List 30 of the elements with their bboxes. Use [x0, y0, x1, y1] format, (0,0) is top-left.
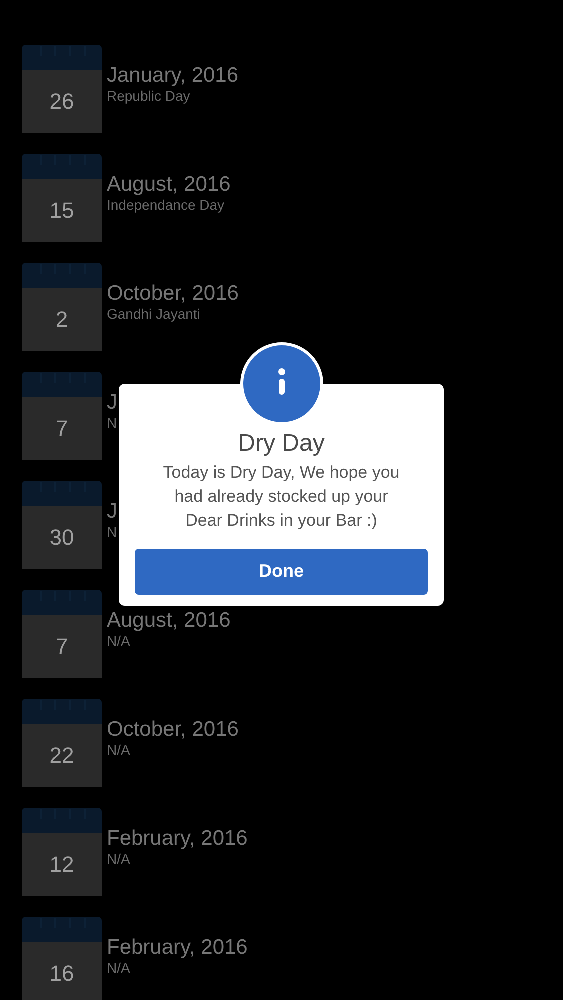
calendar-day: 7 [56, 630, 68, 663]
calendar-day: 2 [56, 303, 68, 336]
holiday-month: February, 2016 [107, 826, 248, 852]
holiday-name: N/A [107, 851, 132, 868]
holiday-month: January, 2016 [107, 63, 239, 88]
holiday-month: August, 2016 [107, 608, 231, 634]
done-button[interactable]: Done [135, 548, 428, 595]
calendar-day: 30 [50, 521, 74, 554]
holiday-month: J [107, 390, 118, 416]
dialog-title: Dry Day [237, 430, 326, 459]
holiday-name: N [107, 524, 118, 541]
holiday-name: Independance Day [107, 197, 226, 214]
holiday-name: N/A [107, 960, 132, 977]
holiday-name: N/A [107, 633, 132, 650]
calendar-day: 12 [50, 848, 74, 881]
holiday-month: October, 2016 [107, 717, 239, 742]
calendar-day: 16 [50, 957, 74, 990]
calendar-day: 26 [50, 85, 74, 118]
holiday-name: Republic Day [107, 88, 192, 105]
dialog-message: Today is Dry Day, We hope you had already stocked up your Dear Drinks in your Bar :) [162, 462, 401, 532]
calendar-day: 22 [50, 739, 74, 772]
holiday-month: October, 2016 [107, 281, 239, 306]
holiday-name: N/A [107, 742, 132, 759]
holiday-month: J [107, 499, 118, 524]
holiday-month: February, 2016 [107, 935, 248, 960]
holiday-name: Gandhi Jayanti [107, 306, 202, 323]
holiday-month: August, 2016 [107, 172, 231, 198]
calendar-day: 7 [56, 412, 68, 445]
holiday-name: N [107, 415, 118, 432]
calendar-day: 15 [50, 194, 74, 227]
